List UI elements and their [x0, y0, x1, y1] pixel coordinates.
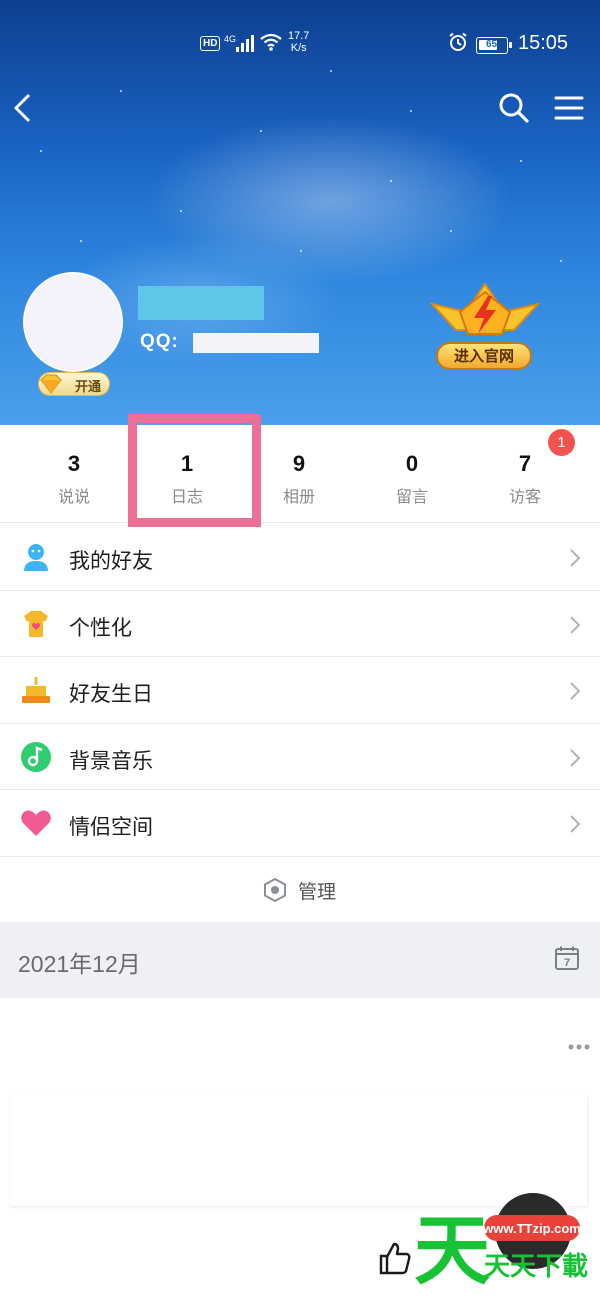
- manage-button[interactable]: 管理: [0, 857, 600, 922]
- stat-count: 3: [67, 451, 81, 476]
- chevron-right-icon: [570, 815, 581, 833]
- official-site-label: 进入官网: [436, 342, 532, 370]
- back-icon[interactable]: [8, 90, 40, 126]
- stat-label: 访客: [508, 487, 541, 506]
- stat-posts[interactable]: 3 说说: [14, 425, 134, 523]
- alarm-icon: [448, 32, 468, 57]
- qq-number-redacted: [193, 333, 319, 353]
- network-type: 4G: [224, 34, 237, 44]
- calendar-day: 7: [564, 957, 570, 969]
- chevron-right-icon: [570, 682, 581, 700]
- menu-item-friends[interactable]: 我的好友: [0, 524, 600, 591]
- watermark-text: 天天下載: [484, 1252, 588, 1282]
- highlight-box: [128, 414, 261, 527]
- menu-item-couple-space[interactable]: 情侣空间: [0, 790, 600, 857]
- stat-messages[interactable]: 0 留言: [352, 425, 472, 523]
- wifi-icon: [260, 32, 282, 58]
- speed-unit: K/s: [290, 42, 307, 54]
- friends-icon: [24, 544, 48, 571]
- battery-level: 65: [485, 39, 498, 50]
- chevron-right-icon: [570, 748, 581, 767]
- enter-official-site-button[interactable]: 进入官网: [429, 278, 541, 374]
- battery-icon: 65: [476, 37, 512, 54]
- settings-hexagon-icon: [264, 877, 286, 903]
- menu-item-birthday[interactable]: 好友生日: [0, 657, 600, 724]
- menu-list: 我的好友 个性化 好友生日 背景音乐 情侣空间: [0, 524, 600, 857]
- vip-open-label: 开通: [75, 380, 102, 395]
- music-icon: [21, 741, 51, 772]
- vip-open-badge[interactable]: 开通: [38, 372, 110, 396]
- chevron-right-icon: [570, 615, 581, 634]
- menu-item-music[interactable]: 背景音乐: [0, 724, 600, 790]
- menu-icon[interactable]: [552, 92, 586, 124]
- calendar-icon[interactable]: 7: [554, 945, 580, 971]
- visitor-notification-badge: 1: [548, 429, 575, 456]
- stat-label: 留言: [395, 487, 428, 506]
- status-bar: HD 4G 17.7 K/s 65 15:05: [0, 28, 600, 62]
- network-speed: 17.7 K/s: [288, 30, 309, 54]
- feed-card[interactable]: [10, 1095, 588, 1207]
- month-label: 2021年12月: [18, 951, 141, 977]
- menu-item-personalize[interactable]: 个性化: [0, 591, 600, 657]
- watermark-big-char: 天: [414, 1206, 490, 1295]
- birthday-cake-icon: [22, 677, 50, 703]
- heart-icon: [21, 810, 51, 836]
- menu-item-label: 我的好友: [69, 549, 153, 573]
- personalize-icon: [24, 610, 48, 637]
- more-icon[interactable]: [567, 1036, 591, 1050]
- stats-row: 3 说说 1 日志 9 相册 0 留言 7 访客: [0, 425, 600, 523]
- chevron-right-icon: [570, 549, 581, 567]
- menu-item-label: 好友生日: [69, 682, 153, 706]
- month-header: 2021年12月: [0, 922, 600, 998]
- site-watermark: 天 www.TTzip.com 天天下載: [410, 1205, 595, 1295]
- search-icon[interactable]: [496, 90, 530, 126]
- thumbs-up-icon[interactable]: [378, 1240, 412, 1276]
- qq-label: QQ:: [140, 331, 179, 352]
- username-redacted: [138, 286, 264, 320]
- clock: 15:05: [518, 32, 569, 54]
- menu-item-label: 情侣空间: [69, 815, 153, 839]
- hd-indicator: HD: [200, 36, 221, 51]
- stat-count: 7: [518, 451, 532, 476]
- manage-label: 管理: [298, 881, 337, 903]
- stat-count: 0: [405, 451, 419, 476]
- menu-item-label: 个性化: [69, 615, 132, 640]
- speed-value: 17.7: [288, 30, 310, 42]
- watermark-url: www.TTzip.com: [482, 1221, 581, 1236]
- signal-icon: [236, 34, 256, 52]
- lightning-crown-icon: [429, 282, 541, 335]
- diamond-icon: [40, 374, 62, 394]
- stat-label: 说说: [57, 487, 90, 506]
- menu-item-label: 背景音乐: [69, 748, 153, 773]
- avatar[interactable]: [23, 272, 123, 372]
